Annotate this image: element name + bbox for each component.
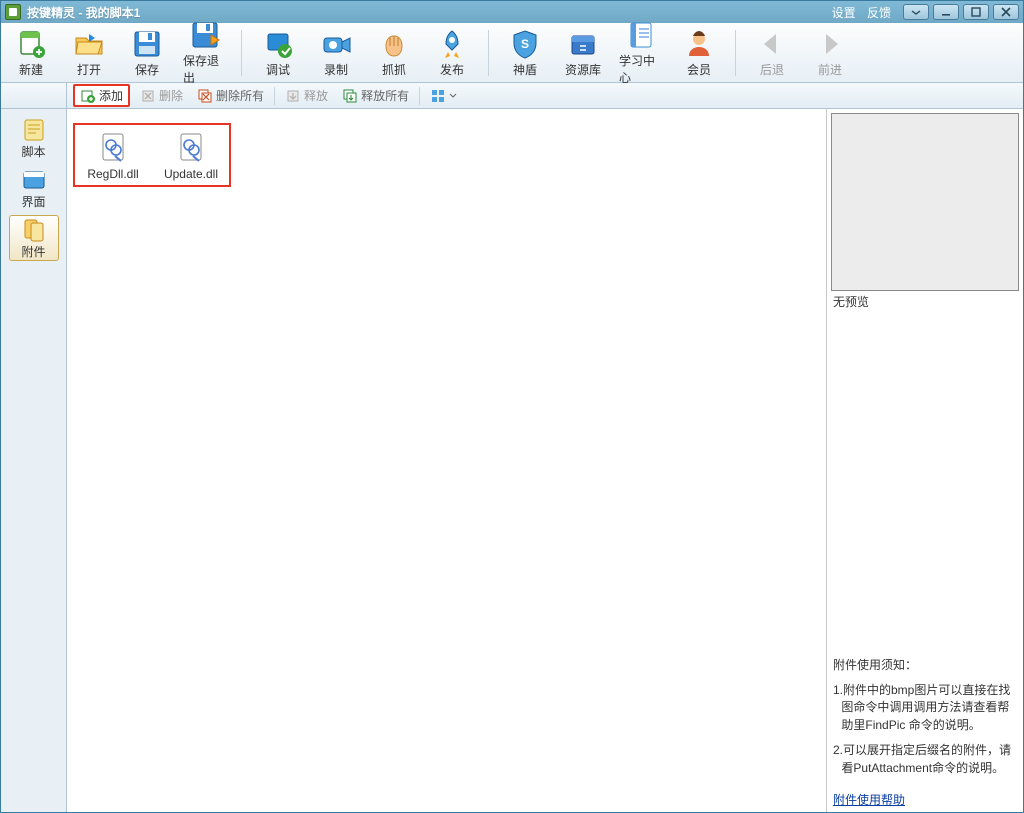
title-links: 设置 反馈 xyxy=(832,4,899,21)
release-icon xyxy=(285,88,301,104)
sub-sep-2 xyxy=(419,87,420,105)
chevron-down-icon xyxy=(449,92,457,100)
app-icon xyxy=(5,4,21,20)
settings-link[interactable]: 设置 xyxy=(832,6,856,20)
back-arrow-icon xyxy=(756,28,788,60)
repo-button[interactable]: 资源库 xyxy=(561,28,605,78)
dll-file-icon xyxy=(175,131,207,163)
file-group-highlight: RegDll.dll Update.dll xyxy=(73,123,231,187)
debug-button[interactable]: 调试 xyxy=(256,28,300,78)
member-button[interactable]: 会员 xyxy=(677,28,721,78)
dll-file-icon xyxy=(97,131,129,163)
new-button[interactable]: 新建 xyxy=(9,28,53,78)
svg-text:S: S xyxy=(521,37,529,51)
file-item[interactable]: RegDll.dll xyxy=(83,131,143,181)
attachment-area[interactable]: RegDll.dll Update.dll xyxy=(67,109,827,812)
script-icon xyxy=(21,117,47,143)
add-icon xyxy=(80,88,96,104)
record-button[interactable]: 录制 xyxy=(314,28,358,78)
forward-arrow-icon xyxy=(814,28,846,60)
minimize-button[interactable] xyxy=(933,4,959,20)
main-toolbar: 新建 打开 保存 保存退出 调试 xyxy=(1,23,1023,83)
feedback-link[interactable]: 反馈 xyxy=(867,6,891,20)
forward-button[interactable]: 前进 xyxy=(808,28,852,78)
nav-ui[interactable]: 界面 xyxy=(9,165,59,211)
preview-box xyxy=(831,113,1019,291)
notice-item-2: 2.可以展开指定后缀名的附件，请看PutAttachment命令的说明。 xyxy=(833,742,1017,777)
app-window: 按键精灵 - 我的脚本1 设置 反馈 新建 打开 xyxy=(0,0,1024,813)
learn-button[interactable]: 学习中心 xyxy=(619,19,663,86)
toolbar-sep-3 xyxy=(735,30,736,76)
learn-book-icon xyxy=(625,19,657,51)
save-exit-button[interactable]: 保存退出 xyxy=(183,19,227,86)
member-person-icon xyxy=(683,28,715,60)
shield-button[interactable]: S 神盾 xyxy=(503,28,547,78)
usage-notice: 附件使用须知： 1.附件中的bmp图片可以直接在找图命令中调用调用方法请查看帮助… xyxy=(827,657,1023,791)
save-exit-icon xyxy=(189,19,221,51)
new-file-icon xyxy=(15,28,47,60)
window-title: 按键精灵 - 我的脚本1 xyxy=(27,4,832,21)
titlebar-extra-button[interactable] xyxy=(903,4,929,20)
debug-icon xyxy=(262,28,294,60)
save-button[interactable]: 保存 xyxy=(125,28,169,78)
delete-all-icon xyxy=(197,88,213,104)
close-button[interactable] xyxy=(993,4,1019,20)
delete-all-button[interactable]: 删除所有 xyxy=(193,85,268,106)
open-button[interactable]: 打开 xyxy=(67,28,111,78)
publish-button[interactable]: 发布 xyxy=(430,28,474,78)
sub-sep-1 xyxy=(274,87,275,105)
sub-toolbar-row: 添加 删除 删除所有 释放 xyxy=(1,83,1023,109)
left-nav: 脚本 界面 附件 xyxy=(1,109,67,812)
save-disk-icon xyxy=(131,28,163,60)
open-folder-icon xyxy=(73,28,105,60)
attachment-icon xyxy=(21,217,47,243)
notice-item-1: 1.附件中的bmp图片可以直接在找图命令中调用调用方法请查看帮助里FindPic… xyxy=(833,682,1017,734)
sub-toolbar: 添加 删除 删除所有 释放 xyxy=(67,83,1023,109)
subbar-leftgap xyxy=(1,83,67,109)
shield-icon: S xyxy=(509,28,541,60)
toolbar-sep-2 xyxy=(488,30,489,76)
title-bar: 按键精灵 - 我的脚本1 设置 反馈 xyxy=(1,1,1023,23)
delete-icon xyxy=(140,88,156,104)
maximize-button[interactable] xyxy=(963,4,989,20)
release-all-icon xyxy=(342,88,358,104)
attachment-help-link[interactable]: 附件使用帮助 xyxy=(827,791,1023,812)
view-grid-icon xyxy=(430,88,446,104)
capture-hand-icon xyxy=(378,28,410,60)
view-mode-button[interactable] xyxy=(426,86,461,106)
toolbar-sep-1 xyxy=(241,30,242,76)
file-name: Update.dll xyxy=(164,167,218,181)
repo-box-icon xyxy=(567,28,599,60)
notice-title: 附件使用须知： xyxy=(833,657,1017,674)
add-attachment-button[interactable]: 添加 xyxy=(73,84,130,107)
record-icon xyxy=(320,28,352,60)
body: 脚本 界面 附件 xyxy=(1,109,1023,812)
back-button[interactable]: 后退 xyxy=(750,28,794,78)
file-name: RegDll.dll xyxy=(87,167,138,181)
capture-button[interactable]: 抓抓 xyxy=(372,28,416,78)
nav-script[interactable]: 脚本 xyxy=(9,115,59,161)
release-all-button[interactable]: 释放所有 xyxy=(338,85,413,106)
release-button[interactable]: 释放 xyxy=(281,85,332,106)
right-panel: 无预览 附件使用须知： 1.附件中的bmp图片可以直接在找图命令中调用调用方法请… xyxy=(827,109,1023,812)
delete-button[interactable]: 删除 xyxy=(136,85,187,106)
ui-window-icon xyxy=(21,167,47,193)
file-item[interactable]: Update.dll xyxy=(161,131,221,181)
publish-rocket-icon xyxy=(436,28,468,60)
nav-attachment[interactable]: 附件 xyxy=(9,215,59,261)
preview-label: 无预览 xyxy=(827,293,1023,314)
